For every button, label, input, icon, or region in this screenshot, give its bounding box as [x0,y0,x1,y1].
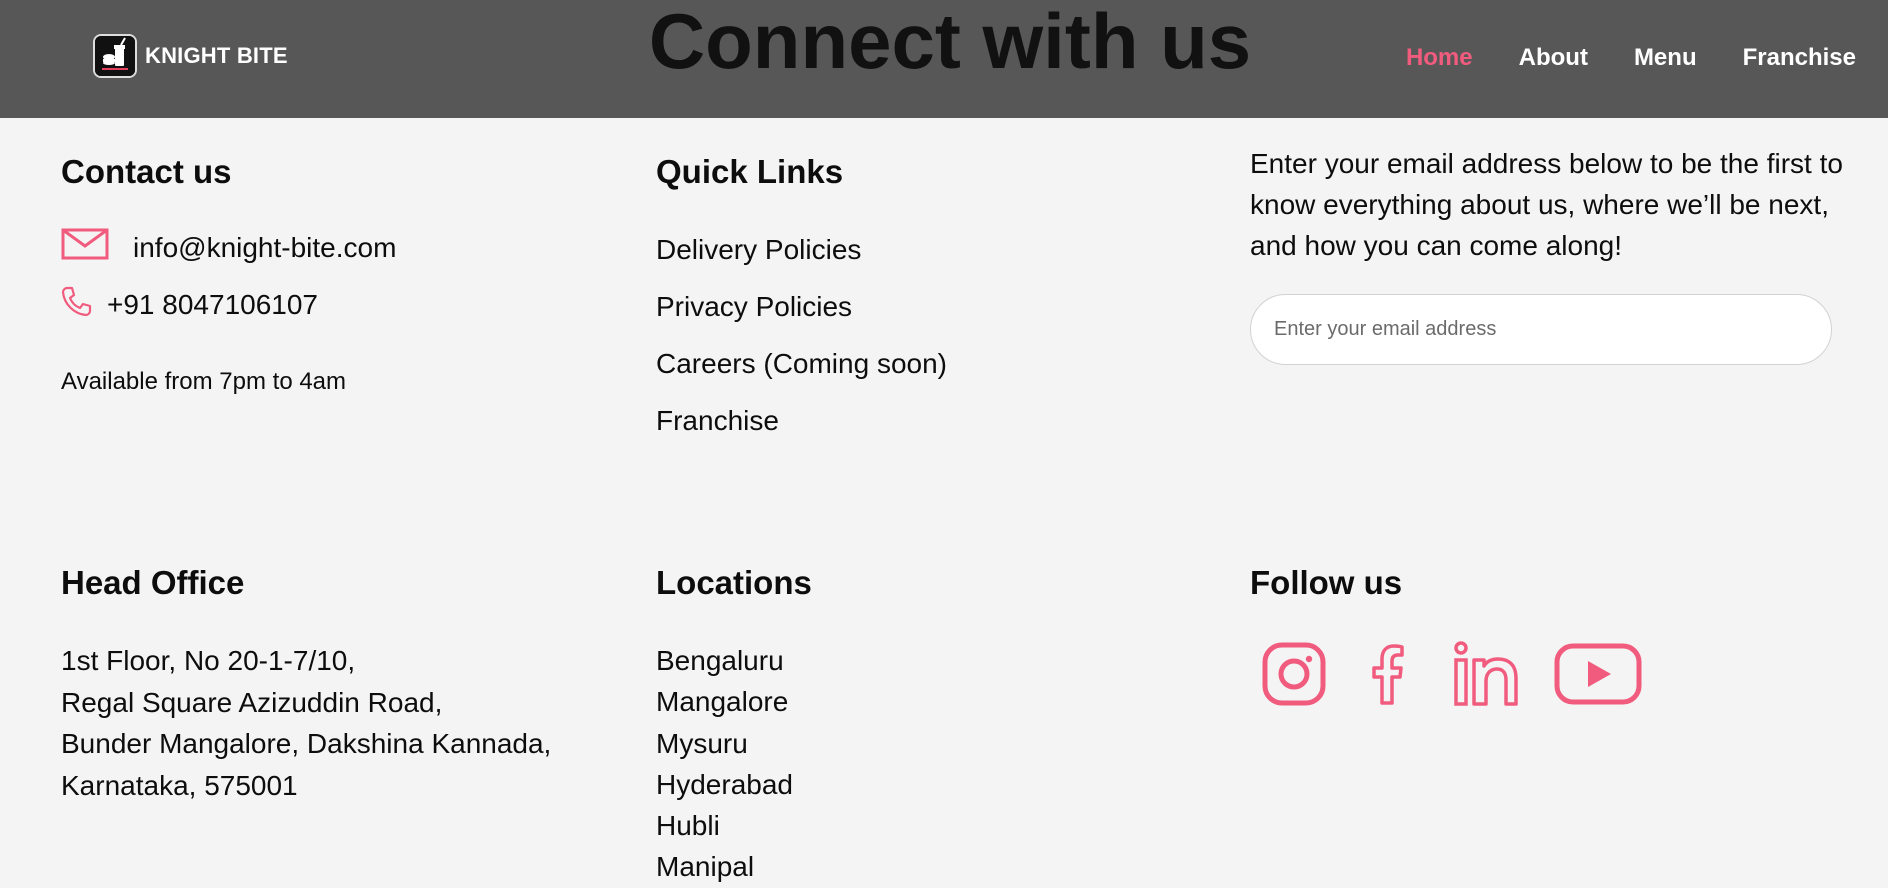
locations-list: Bengaluru Mangalore Mysuru Hyderabad Hub… [656,640,793,888]
head-office-address: 1st Floor, No 20-1-7/10, Regal Square Az… [61,640,551,806]
newsletter-text: Enter your email address below to be the… [1250,148,1843,261]
linkedin-icon[interactable] [1452,640,1520,713]
instagram-icon[interactable] [1262,641,1326,712]
address-line: Regal Square Azizuddin Road, [61,686,443,718]
address-line: 1st Floor, No 20-1-7/10, [61,645,356,676]
contact-email-text: info@knight-bite.com [133,231,397,263]
nav-menu[interactable]: Menu [1634,44,1697,72]
locations-heading: Locations [656,564,812,601]
location-item: Bengaluru [656,645,784,676]
quick-links-heading: Quick Links [656,153,844,190]
link-delivery-policies[interactable]: Delivery Policies [656,233,947,290]
link-franchise[interactable]: Franchise [656,404,947,461]
phone-icon [61,285,93,324]
contact-heading: Contact us [61,153,232,190]
location-item: Hyderabad [656,768,793,800]
location-item: Manipal [656,851,755,883]
nav-about[interactable]: About [1519,44,1588,72]
link-privacy-policies[interactable]: Privacy Policies [656,290,947,347]
youtube-icon[interactable] [1554,641,1642,712]
social-links [1262,640,1642,713]
email-input[interactable] [1250,294,1832,365]
link-careers[interactable]: Careers (Coming soon) [656,347,947,404]
site-header: KNIGHT BITE Connect with us Home About M… [0,0,1888,118]
location-item: Mangalore [656,686,789,718]
nav-franchise[interactable]: Franchise [1743,44,1856,72]
address-line: Bunder Mangalore, Dakshina Kannada, [61,728,552,759]
main-nav: Home About Menu Franchise [1406,44,1856,72]
contact-email[interactable]: info@knight-bite.com [61,228,396,267]
contact-phone[interactable]: +91 8047106107 [61,285,318,324]
facebook-icon[interactable] [1368,641,1408,712]
head-office-heading: Head Office [61,564,245,601]
follow-heading: Follow us [1250,564,1403,601]
quick-links-list: Delivery Policies Privacy Policies Caree… [656,233,947,461]
mail-icon [61,228,109,267]
nav-home[interactable]: Home [1406,44,1473,72]
address-line: Karnataka, 575001 [61,769,298,801]
location-item: Hubli [656,810,720,842]
availability-text: Available from 7pm to 4am [61,368,347,395]
contact-phone-text: +91 8047106107 [107,288,318,320]
location-item: Mysuru [656,727,748,759]
